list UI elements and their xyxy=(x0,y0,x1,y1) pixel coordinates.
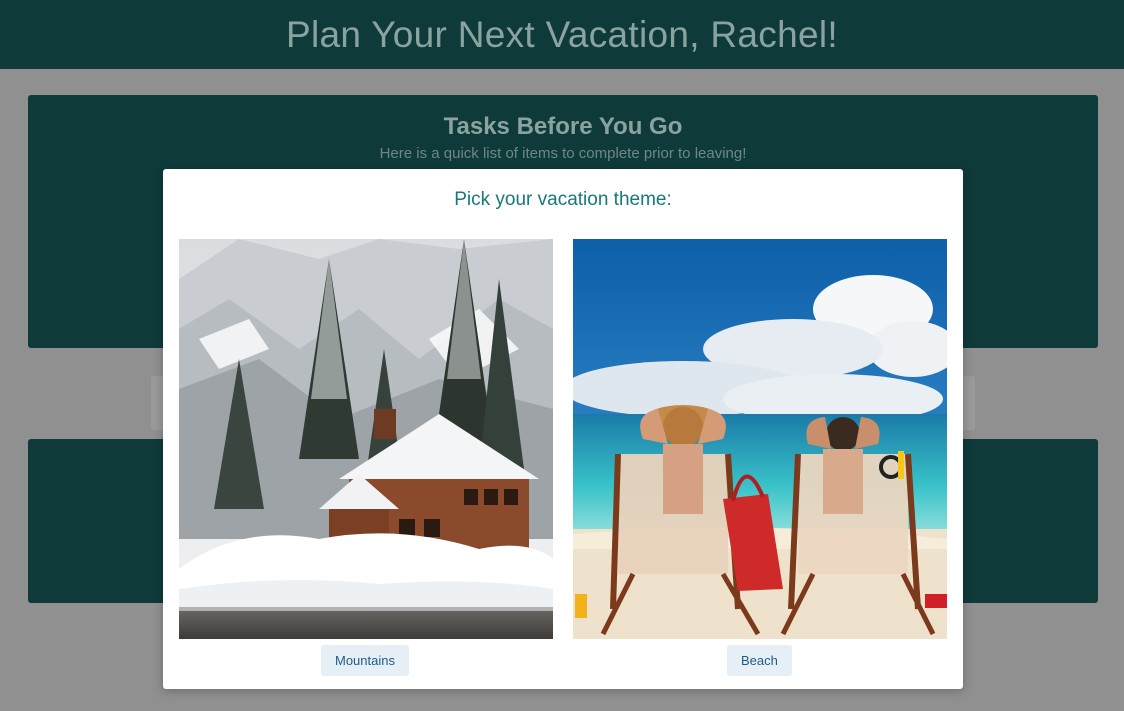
mountains-image[interactable] xyxy=(179,239,553,639)
mountains-button[interactable]: Mountains xyxy=(321,645,409,676)
option-beach: Beach xyxy=(573,239,947,676)
option-mountains: Mountains xyxy=(179,239,553,676)
beach-image[interactable] xyxy=(573,239,947,639)
beach-button[interactable]: Beach xyxy=(727,645,792,676)
modal-title: Pick your vacation theme: xyxy=(454,189,672,210)
theme-picker-modal: Pick your vacation theme: Mountains Beac… xyxy=(163,169,963,689)
